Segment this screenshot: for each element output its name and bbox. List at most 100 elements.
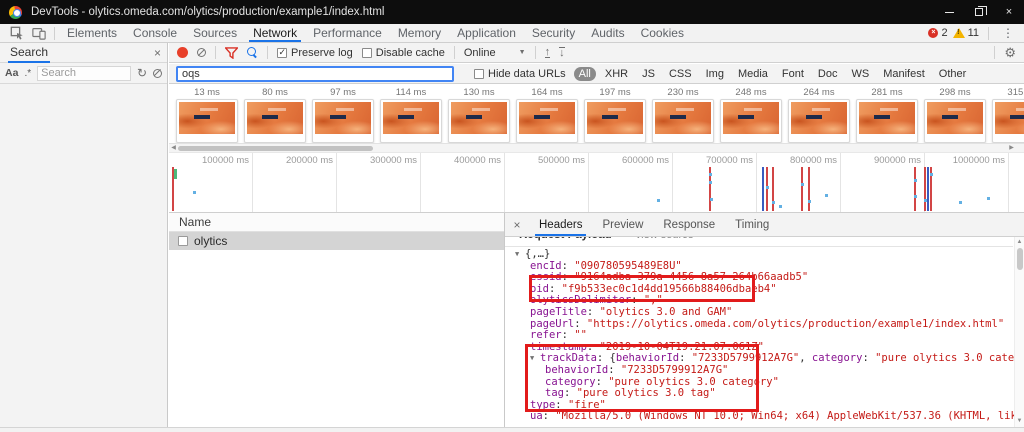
network-overview-timeline[interactable]: 100000 ms200000 ms300000 ms400000 ms5000…: [169, 152, 1024, 213]
clear-requests-icon[interactable]: [197, 48, 206, 57]
hide-data-urls-checkbox[interactable]: [474, 69, 484, 79]
scroll-down-icon[interactable]: ▼: [1015, 417, 1024, 426]
expand-arrow-icon[interactable]: ▼: [515, 249, 525, 261]
record-button[interactable]: [177, 47, 188, 58]
refresh-icon[interactable]: ↻: [137, 66, 147, 80]
details-tab-preview[interactable]: Preview: [592, 213, 653, 236]
restore-button[interactable]: [964, 0, 994, 24]
tab-sources[interactable]: Sources: [185, 24, 245, 42]
hide-data-urls-toggle[interactable]: Hide data URLs: [474, 68, 566, 80]
clear-search-icon[interactable]: [153, 69, 162, 78]
search-pane-header: Search ×: [0, 43, 167, 63]
tab-application[interactable]: Application: [449, 24, 524, 42]
filmstrip-frame[interactable]: 114 ms: [380, 87, 442, 143]
filter-all[interactable]: All: [574, 67, 596, 81]
scroll-right-icon[interactable]: ▶: [1007, 144, 1016, 152]
frame-timestamp: 164 ms: [516, 87, 578, 99]
details-tab-timing[interactable]: Timing: [725, 213, 779, 236]
minimize-button[interactable]: [934, 0, 964, 24]
filmstrip-frame[interactable]: 281 ms: [856, 87, 918, 143]
error-badge[interactable]: × 2: [928, 27, 947, 39]
more-options-button[interactable]: ⋮: [998, 26, 1018, 40]
tab-memory[interactable]: Memory: [390, 24, 449, 42]
filmstrip-frame[interactable]: 315 ms: [992, 87, 1024, 143]
filter-doc[interactable]: Doc: [813, 67, 843, 81]
timeline-gridline-cell: 600000 ms: [589, 153, 673, 212]
minimize-icon: [945, 12, 954, 13]
filmstrip-frame[interactable]: 197 ms: [584, 87, 646, 143]
name-column-header[interactable]: Name: [169, 213, 504, 232]
timeline-tick-label: 1000000 ms: [953, 155, 1005, 166]
export-har-button[interactable]: ↓: [559, 47, 565, 58]
search-input[interactable]: [37, 66, 131, 81]
details-tab-response[interactable]: Response: [653, 213, 725, 236]
scroll-left-icon[interactable]: ◀: [169, 144, 178, 152]
filter-media[interactable]: Media: [733, 67, 773, 81]
filter-input[interactable]: [176, 66, 454, 82]
timeline-gridline-cell: 800000 ms: [757, 153, 841, 212]
divider: [988, 27, 989, 40]
filter-js[interactable]: JS: [637, 67, 660, 81]
annotation-box-oid: [529, 275, 755, 302]
filter-css[interactable]: CSS: [664, 67, 697, 81]
details-scrollbar[interactable]: ▲ ▼: [1014, 237, 1024, 427]
regex-button[interactable]: .*: [24, 68, 31, 79]
disable-cache-checkbox[interactable]: [362, 48, 372, 58]
tab-cookies[interactable]: Cookies: [633, 24, 692, 42]
scroll-up-icon[interactable]: ▲: [1015, 238, 1024, 247]
scrollbar-thumb[interactable]: [1017, 248, 1023, 270]
filter-font[interactable]: Font: [777, 67, 809, 81]
frame-thumbnail: [312, 99, 374, 143]
request-dot: [914, 195, 917, 198]
match-case-button[interactable]: Aa: [5, 67, 18, 79]
scrollbar-thumb[interactable]: [178, 146, 373, 151]
filmstrip-frame[interactable]: 97 ms: [312, 87, 374, 143]
chevron-down-icon[interactable]: ▼: [519, 49, 526, 56]
search-icon[interactable]: [247, 47, 258, 58]
preserve-log-toggle[interactable]: Preserve log: [277, 47, 353, 59]
search-pane-close-button[interactable]: ×: [154, 46, 161, 60]
filmstrip-frame[interactable]: 130 ms: [448, 87, 510, 143]
filmstrip-frame[interactable]: 13 ms: [176, 87, 238, 143]
disable-cache-toggle[interactable]: Disable cache: [362, 47, 445, 59]
tab-network[interactable]: Network: [245, 24, 305, 42]
filter-xhr[interactable]: XHR: [600, 67, 633, 81]
filter-other[interactable]: Other: [934, 67, 972, 81]
warning-badge[interactable]: 11: [953, 27, 979, 39]
tab-security[interactable]: Security: [524, 24, 583, 42]
throttling-select[interactable]: Online: [464, 47, 496, 59]
import-har-button[interactable]: ↑: [545, 47, 551, 58]
settings-gear-icon[interactable]: ⚙: [1004, 45, 1016, 61]
frame-timestamp: 13 ms: [176, 87, 238, 99]
view-source-link[interactable]: view source: [636, 237, 694, 241]
filmstrip-frame[interactable]: 264 ms: [788, 87, 850, 143]
filter-ws[interactable]: WS: [846, 67, 874, 81]
filmstrip-frame[interactable]: 248 ms: [720, 87, 782, 143]
tab-console[interactable]: Console: [125, 24, 185, 42]
tab-audits[interactable]: Audits: [583, 24, 632, 42]
json-token: "pure olytics 3.0 category": [875, 352, 1014, 364]
filter-img[interactable]: Img: [701, 67, 729, 81]
document-icon: [178, 236, 188, 246]
close-button[interactable]: ×: [994, 0, 1024, 24]
filmstrip-frame[interactable]: 80 ms: [244, 87, 306, 143]
filter-manifest[interactable]: Manifest: [878, 67, 930, 81]
request-dot: [766, 186, 769, 189]
divider: [54, 27, 55, 40]
close-details-button[interactable]: ×: [505, 213, 529, 236]
preserve-log-checkbox[interactable]: [277, 48, 287, 58]
device-toolbar-button[interactable]: [28, 24, 50, 42]
filmstrip-scrollbar[interactable]: ◀ ▶: [169, 143, 1024, 152]
tab-performance[interactable]: Performance: [305, 24, 390, 42]
filmstrip-frame[interactable]: 298 ms: [924, 87, 986, 143]
window-title: DevTools - olytics.omeda.com/olytics/pro…: [31, 6, 384, 18]
request-row-olytics[interactable]: olytics: [169, 232, 504, 250]
json-token: :: [562, 329, 575, 341]
filmstrip-frame[interactable]: 164 ms: [516, 87, 578, 143]
frame-timestamp: 114 ms: [380, 87, 442, 99]
details-tab-headers[interactable]: Headers: [529, 213, 592, 236]
filmstrip-frame[interactable]: 230 ms: [652, 87, 714, 143]
tab-elements[interactable]: Elements: [59, 24, 125, 42]
inspect-element-button[interactable]: [6, 24, 28, 42]
filter-icon[interactable]: [225, 47, 238, 59]
